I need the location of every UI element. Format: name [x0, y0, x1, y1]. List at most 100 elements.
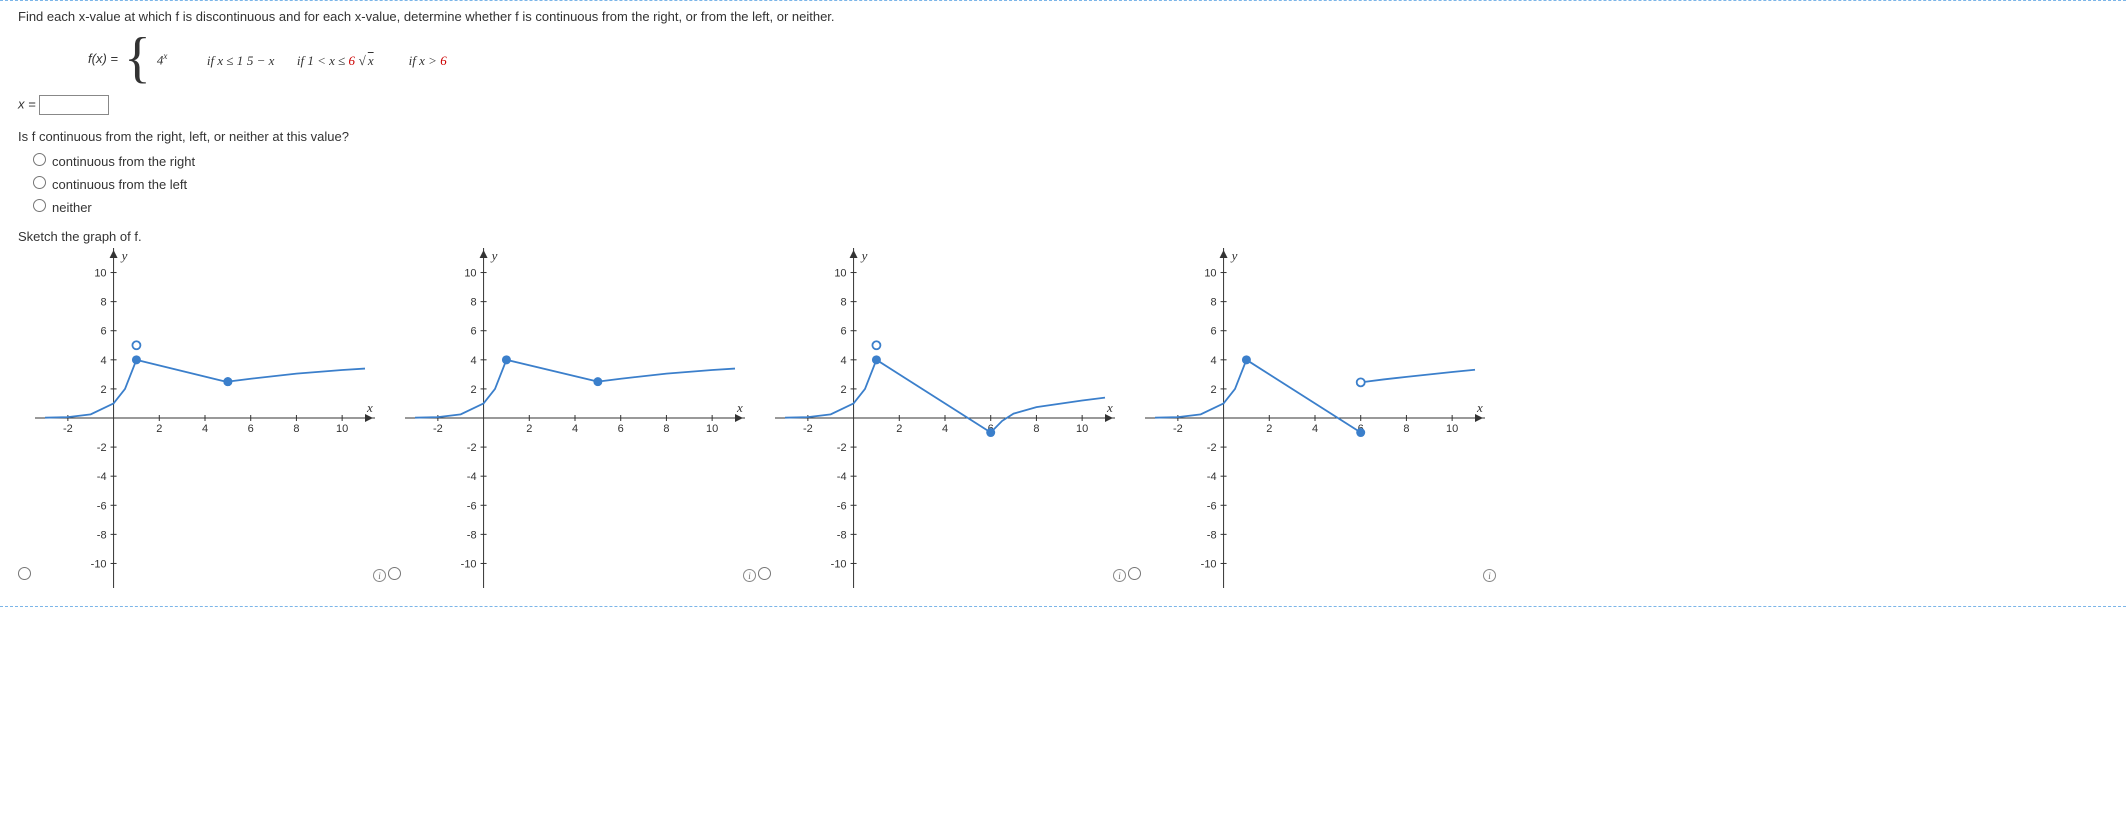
radio-right[interactable] — [33, 153, 46, 166]
svg-text:2: 2 — [526, 423, 532, 435]
svg-text:2: 2 — [470, 384, 476, 396]
svg-text:-6: -6 — [1207, 500, 1217, 512]
svg-text:4: 4 — [1210, 355, 1216, 367]
svg-text:4: 4 — [100, 355, 106, 367]
piece-expr-0: 4x — [157, 46, 207, 70]
svg-text:8: 8 — [663, 423, 669, 435]
svg-text:6: 6 — [840, 326, 846, 338]
graph-c: -2246810-10-8-6-4-2246810xy — [775, 248, 1115, 588]
info-icon[interactable]: i — [1113, 569, 1126, 582]
radio-neither[interactable] — [33, 199, 46, 212]
svg-text:2: 2 — [156, 423, 162, 435]
piece-expr-2: √x — [359, 51, 409, 71]
graph-d: -2246810-10-8-6-4-2246810xy — [1145, 248, 1485, 588]
svg-text:x: x — [1106, 400, 1113, 415]
svg-text:-10: -10 — [461, 558, 477, 570]
svg-text:-4: -4 — [837, 471, 847, 483]
piece-cond-1: if 1 < x ≤ 6 — [297, 53, 355, 68]
svg-text:-10: -10 — [1201, 558, 1217, 570]
svg-text:-6: -6 — [467, 500, 477, 512]
option-right[interactable]: continuous from the right — [28, 150, 2108, 173]
svg-text:y: y — [490, 248, 498, 263]
svg-text:-2: -2 — [837, 442, 847, 454]
question-prompt: Find each x-value at which f is disconti… — [18, 9, 2108, 24]
svg-text:2: 2 — [896, 423, 902, 435]
continuity-options: continuous from the right continuous fro… — [28, 150, 2108, 219]
svg-text:-2: -2 — [1173, 423, 1183, 435]
x-value-input[interactable] — [39, 95, 109, 115]
svg-text:y: y — [120, 248, 128, 263]
graph-choice-c[interactable]: -2246810-10-8-6-4-2246810xy i — [758, 248, 1128, 588]
option-neither[interactable]: neither — [28, 196, 2108, 219]
x-equals-label: x = — [18, 96, 36, 111]
graph-choice-a[interactable]: -2 2 4 6 8 10 -10 -8 -6 -4 -2 2 4 6 8 10 x y i — [18, 248, 388, 588]
svg-text:x: x — [366, 400, 373, 415]
svg-text:4: 4 — [572, 423, 578, 435]
svg-text:6: 6 — [248, 423, 254, 435]
piecewise-function: f(x) = { 4xif x ≤ 1 5 − xif 1 < x ≤ 6 √x… — [88, 36, 2108, 81]
svg-text:6: 6 — [100, 326, 106, 338]
svg-text:8: 8 — [100, 296, 106, 308]
info-icon[interactable]: i — [373, 569, 386, 582]
svg-text:2: 2 — [100, 384, 106, 396]
piece-cond-2: if x > 6 — [409, 53, 447, 68]
info-icon[interactable]: i — [743, 569, 756, 582]
svg-text:10: 10 — [706, 423, 718, 435]
svg-text:8: 8 — [1033, 423, 1039, 435]
left-brace: { — [124, 36, 151, 81]
svg-text:4: 4 — [942, 423, 948, 435]
graph-choice-d[interactable]: -2246810-10-8-6-4-2246810xy i — [1128, 248, 1498, 588]
svg-text:2: 2 — [840, 384, 846, 396]
radio-graph-b[interactable] — [388, 567, 401, 580]
radio-graph-a[interactable] — [18, 567, 31, 580]
svg-text:10: 10 — [94, 267, 106, 279]
radio-left[interactable] — [33, 176, 46, 189]
svg-text:x: x — [1476, 400, 1483, 415]
svg-text:-6: -6 — [837, 500, 847, 512]
piece-cond-0: if x ≤ 1 — [207, 53, 243, 68]
svg-text:2: 2 — [1266, 423, 1272, 435]
svg-text:6: 6 — [1210, 326, 1216, 338]
svg-text:x: x — [736, 400, 743, 415]
svg-text:-4: -4 — [1207, 471, 1217, 483]
svg-text:2: 2 — [1210, 384, 1216, 396]
svg-text:8: 8 — [470, 296, 476, 308]
svg-text:-8: -8 — [1207, 529, 1217, 541]
graph-b: -2246810-10-8-6-4-2246810xy — [405, 248, 745, 588]
svg-text:4: 4 — [1312, 423, 1318, 435]
svg-text:y: y — [1230, 248, 1238, 263]
svg-text:-2: -2 — [803, 423, 813, 435]
sketch-label: Sketch the graph of f. — [18, 229, 2108, 244]
svg-text:-4: -4 — [467, 471, 477, 483]
radio-graph-c[interactable] — [758, 567, 771, 580]
svg-text:-8: -8 — [97, 529, 107, 541]
graph-a: -2 2 4 6 8 10 -10 -8 -6 -4 -2 2 4 6 8 10 x y — [35, 248, 375, 588]
svg-text:-2: -2 — [63, 423, 73, 435]
svg-text:8: 8 — [293, 423, 299, 435]
option-left[interactable]: continuous from the left — [28, 173, 2108, 196]
svg-text:4: 4 — [202, 423, 208, 435]
svg-text:-4: -4 — [97, 471, 107, 483]
svg-text:6: 6 — [470, 326, 476, 338]
continuity-question: Is f continuous from the right, left, or… — [18, 129, 2108, 144]
svg-text:-10: -10 — [831, 558, 847, 570]
svg-text:-2: -2 — [467, 442, 477, 454]
svg-text:-10: -10 — [91, 558, 107, 570]
function-label: f(x) = — [88, 51, 118, 66]
svg-text:10: 10 — [1446, 423, 1458, 435]
svg-text:-6: -6 — [97, 500, 107, 512]
svg-text:4: 4 — [470, 355, 476, 367]
svg-text:10: 10 — [1076, 423, 1088, 435]
svg-text:10: 10 — [1204, 267, 1216, 279]
graph-choices: -2 2 4 6 8 10 -10 -8 -6 -4 -2 2 4 6 8 10 x y i -2 2 4 6 8 10 -1… — [18, 248, 2108, 588]
svg-text:6: 6 — [618, 423, 624, 435]
svg-text:-2: -2 — [433, 423, 443, 435]
svg-text:10: 10 — [336, 423, 348, 435]
svg-text:-8: -8 — [467, 529, 477, 541]
svg-text:8: 8 — [840, 296, 846, 308]
svg-text:-2: -2 — [97, 442, 107, 454]
graph-choice-b[interactable]: -2246810-10-8-6-4-2246810xy i — [388, 248, 758, 588]
svg-text:8: 8 — [1210, 296, 1216, 308]
radio-graph-d[interactable] — [1128, 567, 1141, 580]
info-icon[interactable]: i — [1483, 569, 1496, 582]
